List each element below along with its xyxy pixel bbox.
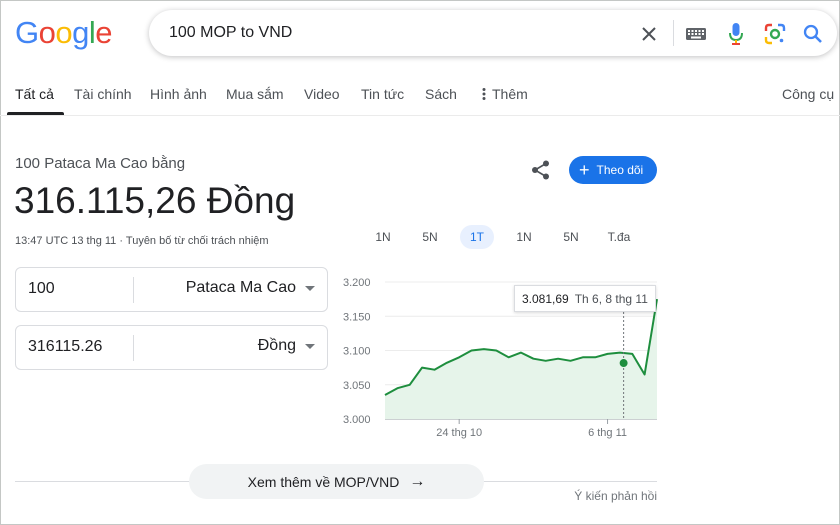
conversion-result: 316.115,26 Đồng — [14, 180, 296, 221]
keyboard-icon[interactable] — [684, 22, 708, 46]
to-currency-label: Đồng — [257, 337, 296, 354]
tab-more-label: Thêm — [492, 86, 528, 102]
y-tick-label: 3.000 — [343, 414, 371, 426]
meta-separator: · — [116, 235, 126, 247]
y-tick-label: 3.150 — [343, 311, 371, 323]
x-tick-label: 6 thg 11 — [588, 427, 627, 439]
series-area — [385, 299, 657, 419]
tab-shopping[interactable]: Mua sắm — [226, 86, 284, 102]
logo-letter: g — [72, 15, 89, 50]
tab-all[interactable]: Tất cả — [15, 86, 54, 102]
result-timestamp: 13:47 UTC 13 thg 11 — [15, 235, 117, 247]
see-more-label: Xem thêm về MOP/VND — [247, 473, 400, 490]
range-max[interactable]: T.đa — [600, 225, 638, 249]
from-separator — [133, 277, 134, 303]
chart-tooltip: 3.081,69 Th 6, 8 thg 11 — [514, 285, 656, 312]
tab-more[interactable]: Thêm — [482, 86, 528, 102]
to-separator — [133, 335, 134, 361]
arrow-right-icon: → — [409, 472, 426, 490]
google-lens-icon[interactable] — [763, 22, 787, 46]
x-tick-label: 24 thg 10 — [436, 427, 482, 439]
tools-button[interactable]: Công cụ — [782, 86, 834, 102]
search-input[interactable] — [169, 22, 629, 44]
y-tick-label: 3.050 — [343, 380, 371, 392]
microphone-icon[interactable] — [724, 22, 748, 46]
dropdown-caret-icon — [305, 285, 315, 291]
plus-icon: + — [579, 160, 590, 180]
search-icon[interactable] — [801, 22, 825, 46]
clear-icon[interactable] — [637, 22, 661, 46]
range-1m[interactable]: 1T — [460, 225, 494, 249]
tab-books[interactable]: Sách — [425, 86, 457, 102]
from-currency-label: Pataca Ma Cao — [185, 279, 296, 296]
result-meta: 13:47 UTC 13 thg 11 · Tuyên bố từ chối t… — [15, 235, 269, 247]
tab-finance[interactable]: Tài chính — [74, 86, 132, 102]
search-divider — [673, 20, 674, 46]
tooltip-date: Th 6, 8 thg 11 — [574, 291, 648, 306]
range-5d[interactable]: 5N — [415, 225, 445, 249]
dropdown-caret-icon — [305, 343, 315, 349]
tooltip-value: 3.081,69 — [522, 291, 569, 306]
logo-letter: G — [15, 15, 39, 50]
from-amount-input[interactable] — [28, 280, 128, 298]
range-1d[interactable]: 1N — [368, 225, 398, 249]
logo-letter: e — [95, 15, 113, 50]
active-tab-indicator — [7, 112, 64, 115]
to-currency-select[interactable]: Đồng — [258, 337, 315, 355]
range-1y[interactable]: 1N — [509, 225, 539, 249]
search-bar — [149, 10, 837, 56]
tab-images[interactable]: Hình ảnh — [150, 86, 207, 102]
share-button[interactable] — [530, 159, 552, 181]
search-tabs: Tất cả Tài chính Hình ảnh Mua sắm Video … — [0, 78, 840, 116]
google-logo[interactable]: Google — [15, 15, 113, 51]
to-currency-box: Đồng — [15, 325, 328, 370]
hover-point — [619, 359, 628, 368]
more-vert-icon — [482, 88, 486, 100]
disclaimer-link[interactable]: Tuyên bố từ chối trách nhiệm — [126, 235, 269, 247]
tab-videos[interactable]: Video — [304, 86, 340, 102]
follow-label: Theo dõi — [596, 163, 644, 177]
logo-letter: o — [38, 15, 56, 50]
share-icon — [532, 160, 549, 180]
feedback-link[interactable]: Ý kiến phản hồi — [574, 489, 657, 503]
to-amount-input[interactable] — [28, 338, 128, 356]
from-currency-box: Pataca Ma Cao — [15, 267, 328, 312]
from-currency-select[interactable]: Pataca Ma Cao — [186, 279, 315, 297]
conversion-label: 100 Pataca Ma Cao bằng — [15, 155, 186, 172]
y-tick-label: 3.200 — [343, 277, 371, 289]
follow-button[interactable]: + Theo dõi — [569, 156, 657, 184]
see-more-button[interactable]: Xem thêm về MOP/VND → — [189, 464, 484, 499]
range-5y[interactable]: 5N — [556, 225, 586, 249]
tab-news[interactable]: Tin tức — [361, 86, 404, 102]
logo-letter: o — [55, 15, 73, 50]
y-tick-label: 3.100 — [343, 346, 371, 358]
